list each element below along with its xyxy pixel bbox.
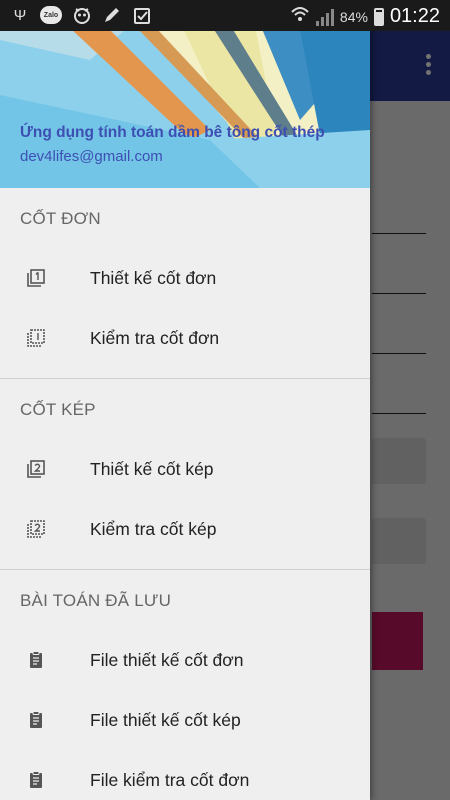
battery-percent: 84% — [339, 8, 368, 25]
menu-item-label: File thiết kế cốt đơn — [90, 649, 244, 670]
clock: 01:22 — [389, 5, 440, 27]
menu-item-thiet-ke-cot-don[interactable]: Thiết kế cốt đơn — [0, 248, 370, 308]
app-title: Ứng dụng tính toán dầm bê tông cốt thép — [20, 124, 325, 141]
assignment-icon — [30, 651, 42, 668]
menu-item-label: File kiểm tra cốt đơn — [90, 769, 250, 790]
menu-item-thiet-ke-cot-kep[interactable]: Thiết kế cốt kép — [0, 439, 370, 499]
section-cot-don: CỐT ĐƠN Thiết kế cốt đơn Kiểm tra cốt đơ… — [0, 188, 370, 379]
screen: Ψ Zalo 84% 01:22 Ứng dụng tính toán dầm … — [0, 0, 450, 800]
menu-item-label: Thiết kế cốt kép — [90, 458, 214, 479]
section-title: CỐT KÉP — [20, 400, 96, 419]
signal-icon — [315, 8, 334, 26]
filter-2-icon — [27, 460, 45, 478]
status-bar: Ψ Zalo 84% 01:22 — [0, 0, 450, 31]
menu-item-label: File thiết kế cốt kép — [90, 709, 241, 730]
battery-icon — [373, 7, 384, 26]
menu-item-label: Kiểm tra cốt kép — [90, 518, 217, 539]
section-bai-toan-da-luu: BÀI TOÁN ĐÃ LƯU File thiết kế cốt đơn Fi… — [0, 570, 370, 800]
menu-item-label: Thiết kế cốt đơn — [90, 267, 217, 288]
clipboard-icon — [132, 5, 152, 25]
section-title: BÀI TOÁN ĐÃ LƯU — [20, 591, 172, 610]
section-cot-kep: CỐT KÉP Thiết kế cốt kép Kiểm tra cốt ké… — [0, 379, 370, 570]
filter-1-outline-icon — [27, 329, 45, 347]
zalo-icon: Zalo — [40, 6, 62, 24]
assignment-icon — [30, 711, 42, 728]
pen-icon — [102, 5, 122, 25]
app-icon — [72, 5, 92, 25]
assignment-icon — [30, 771, 42, 788]
usb-icon: Ψ — [13, 6, 27, 24]
section-title: CỐT ĐƠN — [20, 209, 101, 228]
navigation-drawer: Ứng dụng tính toán dầm bê tông cốt thép … — [0, 0, 370, 800]
wifi-icon — [290, 4, 310, 29]
menu-item-kiem-tra-cot-kep[interactable]: Kiểm tra cốt kép — [0, 499, 370, 559]
menu-item-kiem-tra-cot-don[interactable]: Kiểm tra cốt đơn — [0, 308, 370, 368]
filter-1-icon — [27, 269, 45, 287]
filter-2-outline-icon — [27, 520, 45, 538]
menu-item-label: Kiểm tra cốt đơn — [90, 327, 220, 348]
menu-item-file-thiet-ke-cot-don[interactable]: File thiết kế cốt đơn — [0, 630, 370, 690]
menu-item-file-thiet-ke-cot-kep[interactable]: File thiết kế cốt kép — [0, 690, 370, 750]
account-email: dev4lifes@gmail.com — [20, 148, 163, 165]
menu-item-file-kiem-tra-cot-don[interactable]: File kiểm tra cốt đơn — [0, 750, 370, 800]
